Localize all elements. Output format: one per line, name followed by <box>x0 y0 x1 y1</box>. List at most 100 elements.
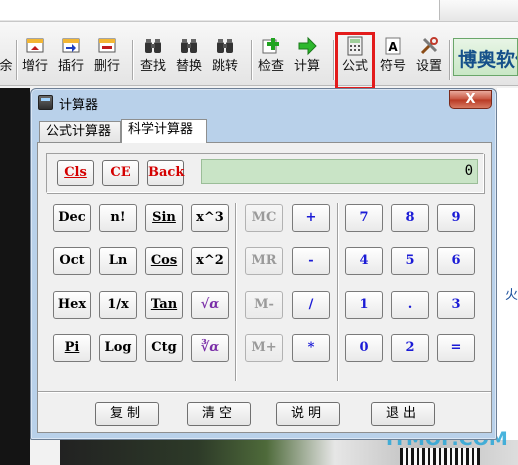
svg-text:A: A <box>388 40 398 54</box>
tan-button[interactable]: Tan <box>145 291 183 319</box>
toolbar-button-delete-row[interactable]: 删行 <box>94 36 120 82</box>
tab-scientific-calculator[interactable]: 科学计算器 <box>121 119 207 143</box>
back-button[interactable]: Back <box>147 160 184 186</box>
digit-6-button[interactable]: 6 <box>437 247 475 275</box>
cls-label: Cls <box>64 165 87 180</box>
toolbar-label: 设置 <box>416 59 443 74</box>
toolbar-label: 替换 <box>176 59 203 74</box>
toolbar-button-symbol[interactable]: A 符号 <box>380 36 406 82</box>
toolbar-button-insert-row[interactable]: 插行 <box>58 36 84 82</box>
cube-root-button[interactable]: ∛α <box>191 334 229 362</box>
toolbar-separator <box>449 40 450 80</box>
digit-5-button[interactable]: 5 <box>391 247 429 275</box>
toolbar-button-cut[interactable]: 余 <box>0 36 16 82</box>
digit-3-button[interactable]: 3 <box>437 291 475 319</box>
binoculars-replace-icon <box>181 39 197 53</box>
app-top-field[interactable] <box>0 0 440 20</box>
tab-formula-calculator[interactable]: 公式计算器 <box>39 121 121 143</box>
sin-button[interactable]: Sin <box>145 204 183 232</box>
minus-button[interactable]: - <box>292 247 330 275</box>
window-titlebar[interactable]: 计算器 X <box>31 89 496 116</box>
toolbar-button-add-row[interactable]: 增行 <box>22 36 48 82</box>
toolbar-button-calculate[interactable]: 计算 <box>294 36 320 82</box>
display-group: Cls CE Back 0 <box>46 153 484 193</box>
add-row-icon <box>26 38 44 53</box>
memory-add-button[interactable]: M+ <box>245 334 283 362</box>
toolbar-label: 计算 <box>294 59 321 74</box>
divide-button[interactable]: / <box>292 291 330 319</box>
keypad-separator <box>337 203 339 381</box>
equals-button[interactable]: = <box>437 334 475 362</box>
log-button[interactable]: Log <box>99 334 137 362</box>
qr-code-fragment <box>400 448 480 465</box>
toolbar-separator <box>16 40 17 80</box>
pi-button[interactable]: Pi <box>53 334 91 362</box>
digit-8-button[interactable]: 8 <box>391 204 429 232</box>
oct-button[interactable]: Oct <box>53 247 91 275</box>
green-arrow-icon <box>298 36 317 56</box>
toolbar-label: 符号 <box>380 59 407 74</box>
toolbar-button-replace[interactable]: 替换 <box>176 36 202 82</box>
digit-2-button[interactable]: 2 <box>391 334 429 362</box>
toolbar-label: 跳转 <box>212 59 239 74</box>
calculator-app-icon <box>38 95 53 110</box>
ctg-button[interactable]: Ctg <box>145 334 183 362</box>
ce-button[interactable]: CE <box>102 160 139 186</box>
ln-button[interactable]: Ln <box>99 247 137 275</box>
toolbar-label: 插行 <box>58 59 85 74</box>
digit-1-button[interactable]: 1 <box>345 291 383 319</box>
memory-recall-button[interactable]: MR <box>245 247 283 275</box>
tan-label: Tan <box>150 297 178 312</box>
app-toolbar: 余 增行 插行 删行 查找 替换 跳转 检查 计算 公式 A 符号 设置 <box>0 22 518 86</box>
hex-button[interactable]: Hex <box>53 291 91 319</box>
clear-all-button[interactable]: 清空 <box>187 402 251 426</box>
digit-0-button[interactable]: 0 <box>345 334 383 362</box>
symbol-a-icon: A <box>385 37 401 55</box>
toolbar-button-find[interactable]: 查找 <box>140 36 166 82</box>
pi-label: Pi <box>64 340 80 355</box>
cut-off-icon <box>0 36 16 56</box>
toolbar-separator <box>132 40 133 80</box>
calculator-window: 计算器 X 公式计算器 科学计算器 Cls CE Back 0 Dec n! S… <box>30 88 497 440</box>
multiply-button[interactable]: * <box>292 334 330 362</box>
decimal-point-button[interactable]: . <box>391 291 429 319</box>
dec-button[interactable]: Dec <box>53 204 91 232</box>
insert-row-icon <box>62 38 80 53</box>
toolbar-button-settings[interactable]: 设置 <box>416 36 442 82</box>
result-display: 0 <box>201 159 478 184</box>
cos-button[interactable]: Cos <box>145 247 183 275</box>
memory-clear-button[interactable]: MC <box>245 204 283 232</box>
toolbar-separator <box>251 40 252 80</box>
app-top-strip <box>0 0 518 22</box>
binoculars-icon <box>145 39 161 53</box>
square-button[interactable]: x^2 <box>191 247 229 275</box>
sin-label: Sin <box>152 210 176 225</box>
brand-text: 博奥软件 <box>458 49 517 71</box>
factorial-button[interactable]: n! <box>99 204 137 232</box>
screen: 余 增行 插行 删行 查找 替换 跳转 检查 计算 公式 A 符号 设置 博奥软… <box>0 0 518 465</box>
toolbar-button-check[interactable]: 检查 <box>258 36 284 82</box>
footer-separator <box>38 391 491 393</box>
exit-button[interactable]: 退出 <box>371 402 435 426</box>
close-button[interactable]: X <box>449 90 492 109</box>
square-root-button[interactable]: √α <box>191 291 229 319</box>
digit-4-button[interactable]: 4 <box>345 247 383 275</box>
help-button[interactable]: 说明 <box>276 402 340 426</box>
check-plus-icon <box>262 38 279 54</box>
delete-row-icon <box>98 38 116 53</box>
memory-subtract-button[interactable]: M- <box>245 291 283 319</box>
digit-7-button[interactable]: 7 <box>345 204 383 232</box>
cls-button[interactable]: Cls <box>57 160 94 186</box>
window-title: 计算器 <box>59 98 99 113</box>
copy-button[interactable]: 复制 <box>95 402 159 426</box>
plus-button[interactable]: + <box>292 204 330 232</box>
formula-highlight-box <box>335 32 375 90</box>
background-right-text: 火 <box>505 288 518 300</box>
digit-9-button[interactable]: 9 <box>437 204 475 232</box>
cube-button[interactable]: x^3 <box>191 204 229 232</box>
brand-logo: 博奥软件 <box>453 38 518 76</box>
reciprocal-button[interactable]: 1/x <box>99 291 137 319</box>
toolbar-separator <box>333 40 334 80</box>
toolbar-label: 增行 <box>22 59 49 74</box>
toolbar-button-jump[interactable]: 跳转 <box>212 36 238 82</box>
